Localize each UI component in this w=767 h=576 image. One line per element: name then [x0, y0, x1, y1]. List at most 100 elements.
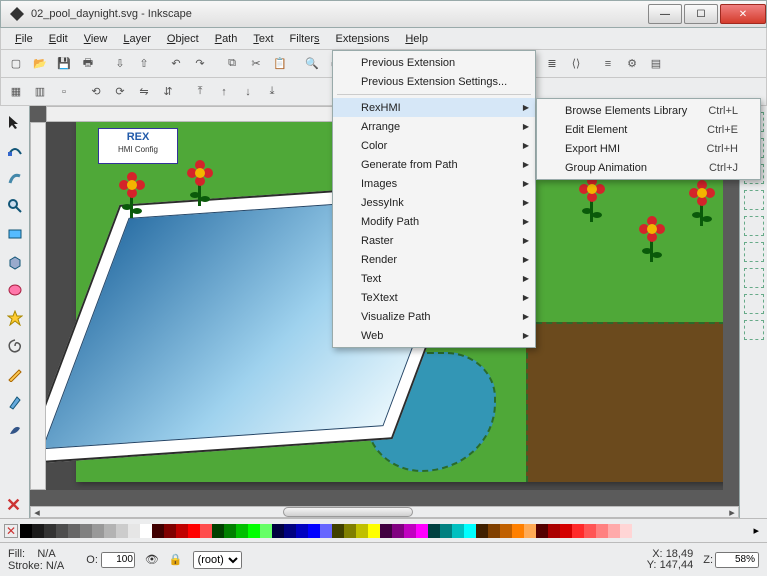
layer-selector[interactable]: (root): [193, 551, 242, 569]
scroll-right-icon[interactable]: ▸: [726, 506, 738, 519]
palette-swatch[interactable]: [32, 524, 44, 538]
palette-swatch[interactable]: [320, 524, 332, 538]
menu-object[interactable]: Object: [159, 31, 207, 47]
no-fill-icon[interactable]: ✕: [6, 495, 21, 516]
copy-icon[interactable]: ⧉: [221, 53, 243, 75]
menu-item-previous-extension[interactable]: Previous Extension: [333, 53, 535, 72]
calligraphy-tool-icon[interactable]: [3, 418, 27, 442]
menu-item-text[interactable]: Text: [333, 269, 535, 288]
palette-scroll-icon[interactable]: ▸: [749, 524, 763, 537]
menu-view[interactable]: View: [76, 31, 116, 47]
palette-swatch[interactable]: [140, 524, 152, 538]
spiral-tool-icon[interactable]: [3, 334, 27, 358]
flip-h-icon[interactable]: ⇋: [133, 81, 155, 103]
rotate-ccw-icon[interactable]: ⟲: [85, 81, 107, 103]
zoom-fit-icon[interactable]: 🔍: [301, 53, 323, 75]
palette-swatch[interactable]: [512, 524, 524, 538]
palette-swatch[interactable]: [368, 524, 380, 538]
import-icon[interactable]: ⇩: [109, 53, 131, 75]
palette-swatch[interactable]: [236, 524, 248, 538]
palette-swatch[interactable]: [536, 524, 548, 538]
palette-swatch[interactable]: [20, 524, 32, 538]
menu-item-arrange[interactable]: Arrange: [333, 117, 535, 136]
palette-swatch[interactable]: [524, 524, 536, 538]
align-dialog-icon[interactable]: ≡: [597, 53, 619, 75]
menu-help[interactable]: Help: [397, 31, 436, 47]
snap-intersect-icon[interactable]: [744, 216, 764, 236]
rotate-cw-icon[interactable]: ⟳: [109, 81, 131, 103]
palette-swatch[interactable]: [116, 524, 128, 538]
palette-swatch[interactable]: [464, 524, 476, 538]
scroll-left-icon[interactable]: ◂: [31, 506, 43, 519]
palette-swatch[interactable]: [248, 524, 260, 538]
undo-icon[interactable]: ↶: [165, 53, 187, 75]
palette-swatch[interactable]: [212, 524, 224, 538]
lower-bottom-icon[interactable]: ⤓: [261, 81, 283, 103]
xml-editor-icon[interactable]: ⟨⟩: [565, 53, 587, 75]
menu-layer[interactable]: Layer: [115, 31, 159, 47]
ellipse-tool-icon[interactable]: [3, 278, 27, 302]
palette-swatch[interactable]: [92, 524, 104, 538]
doc-props-icon[interactable]: ▤: [645, 53, 667, 75]
menu-filters[interactable]: Filters: [282, 31, 328, 47]
rect-tool-icon[interactable]: [3, 222, 27, 246]
snap-path-icon[interactable]: [744, 190, 764, 210]
palette-swatch[interactable]: [164, 524, 176, 538]
palette-swatch[interactable]: [44, 524, 56, 538]
palette-swatch[interactable]: [284, 524, 296, 538]
opacity-input[interactable]: [101, 552, 135, 568]
save-icon[interactable]: 💾: [53, 53, 75, 75]
fill-stroke-indicator[interactable]: Fill: N/A Stroke: N/A: [8, 548, 64, 572]
minimize-button[interactable]: —: [648, 4, 682, 24]
palette-swatch[interactable]: [404, 524, 416, 538]
palette-swatch[interactable]: [224, 524, 236, 538]
select-layer-icon[interactable]: ▥: [29, 81, 51, 103]
palette-swatch[interactable]: [104, 524, 116, 538]
selector-tool-icon[interactable]: [3, 110, 27, 134]
menu-item-visualize-path[interactable]: Visualize Path: [333, 307, 535, 326]
palette-swatch[interactable]: [260, 524, 272, 538]
palette-swatch[interactable]: [476, 524, 488, 538]
submenu-export-hmi[interactable]: Export HMICtrl+H: [537, 139, 760, 158]
palette-swatch[interactable]: [152, 524, 164, 538]
prefs-icon[interactable]: ⚙: [621, 53, 643, 75]
menu-item-generate-from-path[interactable]: Generate from Path: [333, 155, 535, 174]
raise-top-icon[interactable]: ⤒: [189, 81, 211, 103]
new-file-icon[interactable]: ▢: [5, 53, 27, 75]
menu-item-modify-path[interactable]: Modify Path: [333, 212, 535, 231]
horizontal-scrollbar[interactable]: ◂ ▸: [30, 506, 739, 518]
palette-swatch[interactable]: [332, 524, 344, 538]
pencil-tool-icon[interactable]: [3, 362, 27, 386]
redo-icon[interactable]: ↷: [189, 53, 211, 75]
snap-guide-icon[interactable]: [744, 294, 764, 314]
menu-item-jessyink[interactable]: JessyInk: [333, 193, 535, 212]
snap-grid-icon[interactable]: [744, 268, 764, 288]
palette-swatch[interactable]: [620, 524, 632, 538]
palette-swatch[interactable]: [416, 524, 428, 538]
raise-icon[interactable]: ↑: [213, 81, 235, 103]
export-icon[interactable]: ⇧: [133, 53, 155, 75]
palette-swatch[interactable]: [488, 524, 500, 538]
palette-swatch[interactable]: [296, 524, 308, 538]
scroll-thumb[interactable]: [283, 507, 413, 517]
menu-item-color[interactable]: Color: [333, 136, 535, 155]
menu-text[interactable]: Text: [245, 31, 281, 47]
menu-extensions[interactable]: Extensions: [328, 31, 398, 47]
palette-swatch[interactable]: [176, 524, 188, 538]
palette-swatch[interactable]: [428, 524, 440, 538]
palette-swatch[interactable]: [200, 524, 212, 538]
palette-swatch[interactable]: [440, 524, 452, 538]
submenu-browse-elements[interactable]: Browse Elements LibraryCtrl+L: [537, 101, 760, 120]
menu-item-textext[interactable]: TeXtext: [333, 288, 535, 307]
snap-page-icon[interactable]: [744, 320, 764, 340]
layer-lock-icon[interactable]: 🔒: [169, 553, 183, 566]
menu-item-images[interactable]: Images: [333, 174, 535, 193]
submenu-edit-element[interactable]: Edit ElementCtrl+E: [537, 120, 760, 139]
zoom-tool-icon[interactable]: [3, 194, 27, 218]
submenu-group-animation[interactable]: Group AnimationCtrl+J: [537, 158, 760, 177]
palette-swatch[interactable]: [596, 524, 608, 538]
palette-swatch[interactable]: [68, 524, 80, 538]
zoom-input[interactable]: [715, 552, 759, 568]
menu-item-previous-extension-settings[interactable]: Previous Extension Settings...: [333, 72, 535, 91]
menu-edit[interactable]: Edit: [41, 31, 76, 47]
